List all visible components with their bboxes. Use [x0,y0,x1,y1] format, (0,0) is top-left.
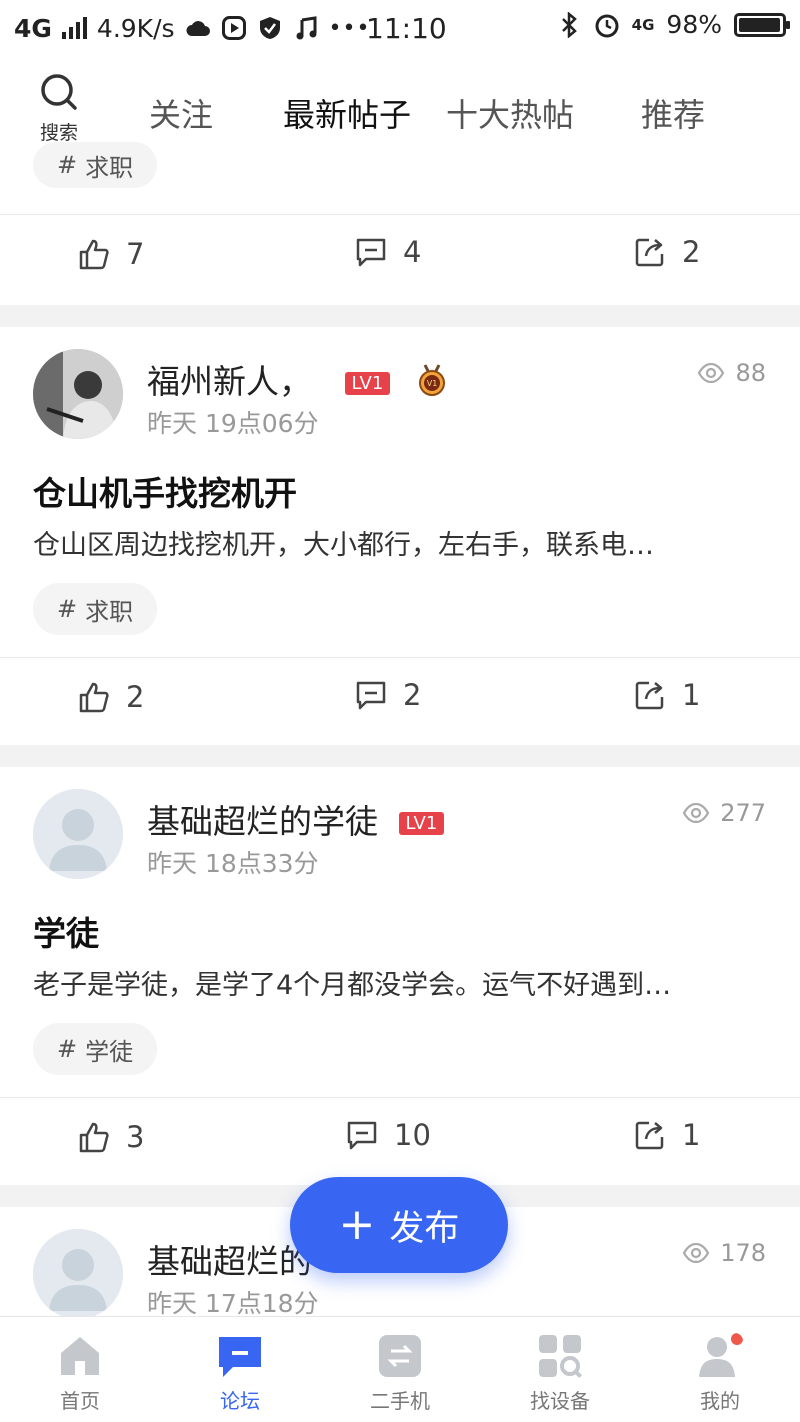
music-icon [293,15,319,41]
swap-icon [379,1335,421,1377]
share-icon [635,238,664,267]
post-time: 昨天 17点18分 [147,1289,319,1318]
hash-icon: # [57,1035,78,1063]
share-button[interactable]: 1 [634,678,700,712]
notification-dot [731,1333,743,1345]
post-card[interactable]: 基础超烂的学徒 LV1 昨天 18点33分 277 学徒 老子是学徒，是学了4个… [0,767,800,1185]
medal-icon: V1 [415,363,449,405]
post-title[interactable]: 学徒 [33,907,99,955]
alarm-icon [594,12,620,38]
network-speed: 4.9K/s [96,13,175,43]
plus-icon: + [338,1199,376,1250]
thumbs-up-icon [79,1122,109,1153]
video-icon [221,15,247,41]
post-excerpt[interactable]: 仓山区周边找挖机开，大小都行，左右手，联系电… [33,523,773,562]
post-actions: 3 10 1 [0,1098,800,1186]
view-count: 178 [682,1239,766,1267]
cloud-icon [185,15,211,41]
forum-icon [219,1337,261,1377]
view-count: 277 [682,799,766,827]
post-time: 昨天 18点33分 [147,849,319,878]
search-icon [41,74,77,110]
share-button[interactable]: 2 [634,235,700,269]
post-title[interactable]: 仓山机手找挖机开 [33,467,297,515]
comment-button[interactable]: 4 [355,235,421,269]
eye-icon [682,1243,710,1263]
thumbs-up-icon [79,239,109,270]
post-author[interactable]: 基础超烂的学徒 LV1 [147,795,445,843]
hash-icon: # [57,151,78,179]
comment-button[interactable]: 2 [355,678,421,712]
view-count: 88 [697,359,766,387]
nav-item-me[interactable]: 我的 [660,1333,780,1414]
post-feed[interactable]: # 求职 7 4 2 福州新人， LV1 V1 昨天 19点06分 88 仓山机… [0,142,800,1327]
post-author[interactable]: 基础超烂的 [147,1235,312,1283]
status-bar: 4G 4.9K/s ••• 11:10 4G 98% [0,0,800,56]
tab-recommend[interactable]: 推荐 [641,90,705,136]
post-time: 昨天 19点06分 [147,409,319,438]
battery-icon [734,12,790,37]
avatar[interactable] [33,349,123,439]
share-button[interactable]: 1 [634,1118,700,1152]
battery-percent: 98% [666,10,722,39]
nav-item-find-equipment[interactable]: 找设备 [500,1333,620,1414]
like-button[interactable]: 3 [78,1120,144,1154]
post-actions: 2 2 1 [0,658,800,746]
post-tag[interactable]: # 求职 [33,583,158,635]
user-icon [699,1333,743,1377]
comment-icon [356,681,386,710]
more-icon: ••• [328,15,371,41]
avatar[interactable] [33,789,123,879]
comment-icon [347,1121,377,1150]
share-icon [635,681,664,710]
svg-text:V1: V1 [427,379,438,388]
shield-icon [257,15,283,41]
post-tag[interactable]: # 学徒 [33,1023,158,1075]
like-button[interactable]: 7 [78,237,144,271]
card-separator [0,745,800,767]
network-type: 4G [14,13,52,43]
nav-item-home[interactable]: 首页 [20,1333,140,1414]
post-tag[interactable]: # 求职 [33,142,158,188]
tab-top-ten[interactable]: 十大热帖 [446,90,574,136]
search-label: 搜索 [39,122,78,144]
comment-button[interactable]: 10 [346,1118,431,1152]
clock: 11:10 [366,12,447,45]
like-button[interactable]: 2 [78,680,144,714]
bottom-nav: 首页 论坛 二手机 找设备 我的 [0,1316,800,1422]
search-button[interactable]: 搜索 [30,72,88,145]
bluetooth-icon [556,11,582,38]
comment-icon [356,238,386,267]
grid-search-icon [539,1335,583,1379]
post-actions: 7 4 2 [0,215,800,303]
share-icon [635,1121,664,1150]
post-excerpt[interactable]: 老子是学徒，是学了4个月都没学会。运气不好遇到… [33,963,773,1002]
home-icon [61,1337,99,1375]
post-card[interactable]: # 求职 7 4 2 [0,142,800,305]
eye-icon [698,363,725,383]
nav-item-forum[interactable]: 论坛 [180,1333,300,1414]
signal-icon [61,17,87,39]
tab-follow[interactable]: 关注 [149,90,213,136]
post-card[interactable]: 福州新人， LV1 V1 昨天 19点06分 88 仓山机手找挖机开 仓山区周边… [0,327,800,745]
nav-item-used-machines[interactable]: 二手机 [340,1333,460,1414]
network-type-right: 4G [631,15,655,34]
card-separator [0,305,800,327]
post-author[interactable]: 福州新人， LV1 V1 [147,355,449,405]
eye-icon [682,803,710,823]
thumbs-up-icon [79,682,109,713]
tab-latest-posts[interactable]: 最新帖子 [283,90,411,136]
hash-icon: # [57,595,78,623]
level-badge: LV1 [344,372,391,395]
publish-button[interactable]: + 发布 [290,1177,508,1273]
level-badge: LV1 [398,812,445,835]
publish-label: 发布 [389,1208,460,1249]
avatar[interactable] [33,1229,123,1319]
